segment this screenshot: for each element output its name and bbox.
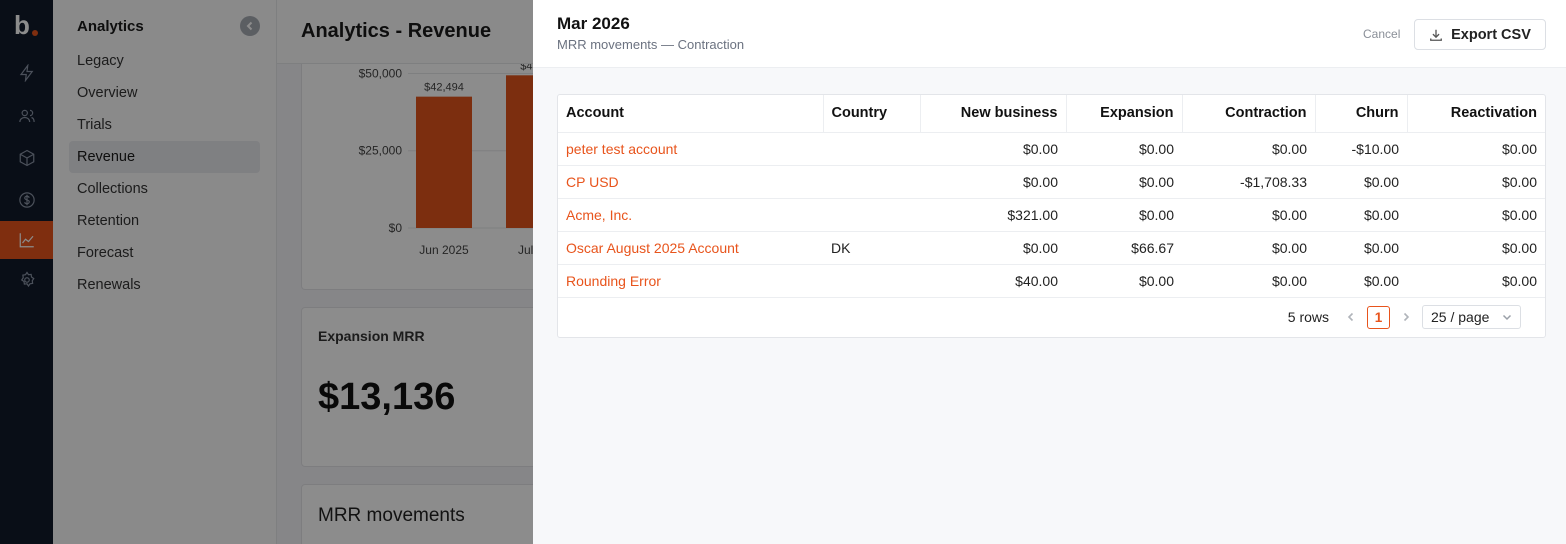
country-cell: DK [823,231,920,265]
table-row: Rounding Error $40.00 $0.00 $0.00 $0.00 … [558,264,1545,298]
churn-cell: $0.00 [1315,231,1407,265]
expansion-cell: $66.67 [1066,231,1182,265]
churn-cell: $0.00 [1315,165,1407,199]
page-size-select[interactable]: 25 / page [1422,305,1521,329]
column-header-reactivation[interactable]: Reactivation [1406,95,1545,133]
table-row: peter test account $0.00 $0.00 $0.00 -$1… [558,132,1545,166]
cancel-button[interactable]: Cancel [1363,27,1400,41]
expansion-cell: $0.00 [1066,132,1182,166]
export-csv-label: Export CSV [1451,26,1531,43]
country-cell [823,264,920,298]
country-cell [823,165,920,199]
contraction-cell: $0.00 [1182,231,1315,265]
column-header-expansion[interactable]: Expansion [1065,95,1182,133]
expansion-cell: $0.00 [1066,264,1182,298]
drawer-subtitle: MRR movements — Contraction [557,37,745,52]
page-number-current[interactable]: 1 [1367,305,1390,329]
table-row: Oscar August 2025 Account DK $0.00 $66.6… [558,231,1545,265]
contraction-cell: $0.00 [1182,198,1315,232]
next-page-button[interactable] [1398,309,1414,325]
account-link[interactable]: peter test account [558,132,823,166]
new-business-cell: $321.00 [920,198,1066,232]
new-business-cell: $40.00 [920,264,1066,298]
reactivation-cell: $0.00 [1407,165,1545,199]
prev-page-button[interactable] [1343,309,1359,325]
churn-cell: $0.00 [1315,264,1407,298]
expansion-cell: $0.00 [1066,165,1182,199]
country-cell [823,132,920,166]
pagination: 5 rows 1 25 / page [1288,305,1521,329]
export-csv-button[interactable]: Export CSV [1414,19,1546,50]
table-header-row: Account Country New business Expansion C… [558,95,1545,133]
column-header-account[interactable]: Account [558,95,823,133]
column-header-new-business[interactable]: New business [919,95,1066,133]
modal-backdrop[interactable] [0,0,533,544]
page-size-value: 25 / page [1431,309,1490,325]
download-icon [1430,29,1443,41]
contraction-cell: $0.00 [1182,132,1315,166]
account-link[interactable]: Rounding Error [558,264,823,298]
reactivation-cell: $0.00 [1407,198,1545,232]
new-business-cell: $0.00 [920,132,1066,166]
expansion-cell: $0.00 [1066,198,1182,232]
reactivation-cell: $0.00 [1407,264,1545,298]
detail-drawer: Mar 2026 MRR movements — Contraction Can… [533,0,1566,544]
contraction-cell: -$1,708.33 [1182,165,1315,199]
column-header-churn[interactable]: Churn [1314,95,1407,133]
country-cell [823,198,920,232]
row-count: 5 rows [1287,309,1329,325]
column-header-country[interactable]: Country [822,95,920,133]
reactivation-cell: $0.00 [1407,231,1545,265]
chevron-left-icon [1347,312,1354,322]
contraction-cell: $0.00 [1182,264,1315,298]
drawer-header: Mar 2026 MRR movements — Contraction Can… [533,0,1566,68]
chevron-right-icon [1403,312,1410,322]
churn-cell: $0.00 [1315,198,1407,232]
churn-cell: -$10.00 [1315,132,1407,166]
movements-table: Account Country New business Expansion C… [558,95,1545,298]
drawer-title: Mar 2026 [557,14,630,33]
movements-table-container: Account Country New business Expansion C… [557,94,1546,338]
reactivation-cell: $0.00 [1407,132,1545,166]
account-link[interactable]: Acme, Inc. [558,198,823,232]
table-row: CP USD $0.00 $0.00 -$1,708.33 $0.00 $0.0… [558,165,1545,199]
column-header-contraction[interactable]: Contraction [1181,95,1315,133]
table-row: Acme, Inc. $321.00 $0.00 $0.00 $0.00 $0.… [558,198,1545,232]
account-link[interactable]: Oscar August 2025 Account [558,231,823,265]
new-business-cell: $0.00 [920,231,1066,265]
chevron-down-icon [1502,314,1512,321]
new-business-cell: $0.00 [920,165,1066,199]
account-link[interactable]: CP USD [558,165,823,199]
